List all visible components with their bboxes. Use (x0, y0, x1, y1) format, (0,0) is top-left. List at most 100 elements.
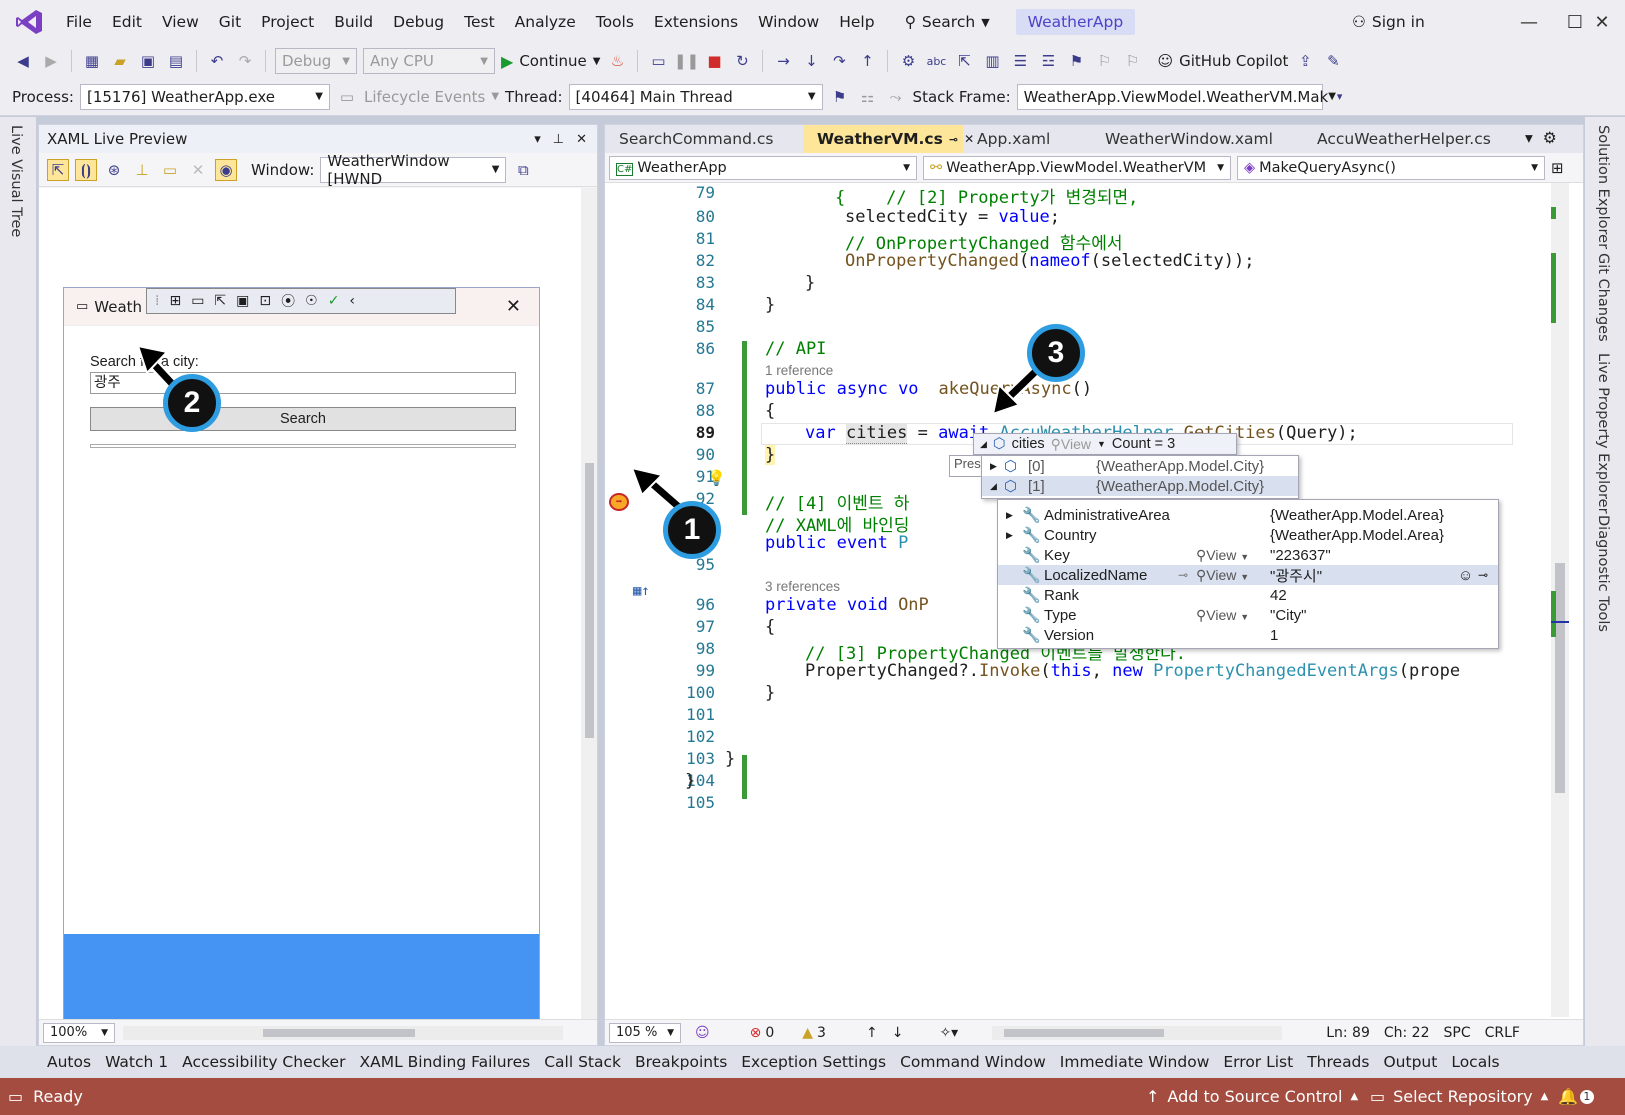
preview-horizontal-scrollbar[interactable] (123, 1025, 563, 1040)
uncomment-icon[interactable]: ☲ (1037, 50, 1059, 72)
pin-icon[interactable]: ⊸ (1478, 568, 1488, 582)
code-map-icon[interactable]: ▦↑ (633, 583, 650, 599)
lightbulb-icon[interactable]: 💡 (707, 469, 726, 487)
bottom-tab-xaml-binding-failures[interactable]: XAML Binding Failures (352, 1053, 537, 1071)
stack-frame-select[interactable]: WeatherApp.ViewModel.WeatherVM.Mak ▼ (1016, 83, 1336, 110)
live-property-explorer-tab[interactable]: Live Property Explorer (1595, 353, 1611, 514)
warning-count[interactable]: ▲ 3 (802, 1025, 826, 1041)
visual-tree-icon[interactable]: ⊞ (169, 293, 181, 309)
continue-button[interactable]: ▶ Continue ▼ (501, 52, 600, 71)
hot-reload-icon[interactable]: ♨ (606, 50, 628, 72)
hovered-variable-cities[interactable]: cities (845, 423, 908, 444)
new-project-icon[interactable]: ▦ (81, 50, 103, 72)
layout-icon[interactable]: ⊡ (259, 293, 271, 309)
close-icon[interactable]: ✕ (506, 296, 521, 317)
pause-icon[interactable]: ❚❚ (674, 50, 699, 72)
lifecycle-events-button[interactable]: Lifecycle Events ▼ (364, 88, 499, 106)
menu-test[interactable]: Test (454, 0, 505, 44)
bottom-tab-immediate-window[interactable]: Immediate Window (1053, 1053, 1217, 1071)
view-button[interactable]: ⚲View (1051, 436, 1091, 453)
notifications-button[interactable]: 🔔 1 (1558, 1087, 1594, 1106)
browse-icon[interactable]: ▭ (647, 50, 669, 72)
process-select[interactable]: [15176] WeatherApp.exe ▼ (79, 83, 330, 110)
gear-icon[interactable]: ⚙ (1543, 129, 1557, 147)
city-search-input[interactable]: 광주 (90, 372, 516, 394)
open-folder-icon[interactable]: ▰ (109, 50, 131, 72)
minimize-button[interactable]: — (1506, 0, 1552, 44)
feedback-icon[interactable]: ✎ (1322, 50, 1344, 72)
window-select[interactable]: WeatherWindow [HWND ▼ (320, 152, 507, 188)
tab-app-xaml[interactable]: App.xaml (963, 125, 1091, 153)
share-icon[interactable]: ⇪ (1294, 50, 1316, 72)
pin-icon[interactable]: ⊸ (949, 133, 958, 146)
display-adorners-icon[interactable]: ⦗⦘ (75, 158, 97, 181)
editor-horizontal-scrollbar[interactable] (992, 1025, 1283, 1040)
menu-window[interactable]: Window (748, 0, 829, 44)
bottom-tab-command-window[interactable]: Command Window (893, 1053, 1053, 1071)
dropdown-icon[interactable]: ▾ (534, 132, 541, 147)
measure-icon[interactable]: ▭ (159, 159, 181, 181)
search-button[interactable]: Search (90, 407, 516, 431)
datatip-cities-items[interactable]: ▶ ⬡ [0] {WeatherApp.Model.City} ◢ ⬡ [1] … (981, 455, 1299, 499)
restart-icon[interactable]: ↻ (731, 50, 753, 72)
bottom-tab-autos[interactable]: Autos (40, 1053, 98, 1071)
collapse-icon[interactable]: ◢ (990, 481, 997, 492)
step-over-icon[interactable]: ↷ (828, 50, 850, 72)
code-cleanup-icon[interactable]: ✧▾ (939, 1025, 958, 1041)
adorner-icon[interactable]: ▣ (236, 293, 249, 309)
bottom-tab-breakpoints[interactable]: Breakpoints (628, 1053, 734, 1071)
expand-icon[interactable]: ▶ (990, 461, 997, 472)
collapse-icon[interactable]: ◢ (980, 439, 987, 450)
accessibility-icon[interactable]: ☉ (305, 293, 318, 309)
bottom-tab-error-list[interactable]: Error List (1216, 1053, 1300, 1071)
view-button[interactable]: ⚲View ▼ (1196, 547, 1249, 564)
track-focus-icon[interactable]: ⊛ (103, 159, 125, 181)
thread-select[interactable]: [40464] Main Thread ▼ (568, 83, 823, 110)
tab-searchcommand[interactable]: SearchCommand.cs (605, 125, 803, 153)
binding-icon[interactable]: ⦿ (281, 291, 295, 311)
close-icon[interactable]: ✕ (576, 132, 587, 147)
menu-edit[interactable]: Edit (102, 0, 152, 44)
expand-icon[interactable]: ▶ (1006, 530, 1013, 541)
forward-icon[interactable]: ▶ (40, 50, 62, 72)
close-window-button[interactable]: ✕ (1579, 0, 1625, 44)
tab-weathervm[interactable]: WeatherVM.cs ⊸ ✕ (803, 125, 974, 153)
preview-vertical-scrollbar[interactable] (581, 188, 597, 1020)
whitespace-indicator[interactable]: SPC (1444, 1025, 1471, 1041)
tab-list-icon[interactable]: ▾ (1525, 129, 1533, 147)
datatip-cities[interactable]: ◢ ⬡ cities ⚲View ▼ Count = 3 (973, 433, 1237, 455)
copilot-icon[interactable]: ☺ (1458, 567, 1473, 584)
back-icon[interactable]: ◀ (12, 50, 34, 72)
save-icon[interactable]: ▣ (137, 50, 159, 72)
diagnostic-icon[interactable]: ⚙ (897, 50, 919, 72)
line-ending-indicator[interactable]: CRLF (1485, 1025, 1520, 1041)
redo-icon[interactable]: ↷ (234, 50, 256, 72)
error-count[interactable]: ⊗ 0 (750, 1025, 775, 1041)
datatip-item-0[interactable]: ▶ ⬡ [0] {WeatherApp.Model.City} (982, 456, 1298, 476)
find-in-files-icon[interactable]: ▥ (981, 50, 1003, 72)
bottom-tab-call-stack[interactable]: Call Stack (537, 1053, 628, 1071)
step-into-icon[interactable]: ↓ (800, 50, 822, 72)
bottom-tab-threads[interactable]: Threads (1300, 1053, 1376, 1071)
code-view[interactable]: 7980818283848586878889909192939495969798… (605, 183, 1569, 1017)
pin-icon[interactable]: ⊸ (1178, 568, 1188, 582)
collapse-icon[interactable]: ‹ (349, 293, 355, 309)
project-nav-select[interactable]: C# WeatherApp ▼ (609, 155, 917, 180)
datatip-item-1[interactable]: ◢ ⬡ [1] {WeatherApp.Model.City} (982, 476, 1298, 496)
solution-explorer-tab[interactable]: Solution Explorer (1595, 125, 1611, 249)
member-nav-select[interactable]: ◈ MakeQueryAsync() ▼ (1237, 155, 1545, 180)
bottom-tab-output[interactable]: Output (1376, 1053, 1444, 1071)
select-repository-button[interactable]: ▭ Select Repository ▲ (1370, 1087, 1548, 1106)
arrow-up-icon[interactable]: ↑ (866, 1025, 878, 1041)
bottom-tab-exception-settings[interactable]: Exception Settings (734, 1053, 893, 1071)
tab-accuweatherhelper[interactable]: AccuWeatherHelper.cs (1303, 125, 1513, 153)
platform-select[interactable]: Any CPU ▼ (363, 48, 495, 74)
editor-vertical-scrollbar[interactable] (1551, 183, 1569, 1017)
prev-bookmark-icon[interactable]: ⚐ (1093, 50, 1115, 72)
menu-git[interactable]: Git (209, 0, 251, 44)
git-changes-tab[interactable]: Git Changes (1595, 253, 1611, 342)
comment-icon[interactable]: ☰ (1009, 50, 1031, 72)
scroll-thumb[interactable] (1555, 563, 1565, 793)
undo-icon[interactable]: ↶ (206, 50, 228, 72)
bottom-tab-watch-1[interactable]: Watch 1 (98, 1053, 175, 1071)
